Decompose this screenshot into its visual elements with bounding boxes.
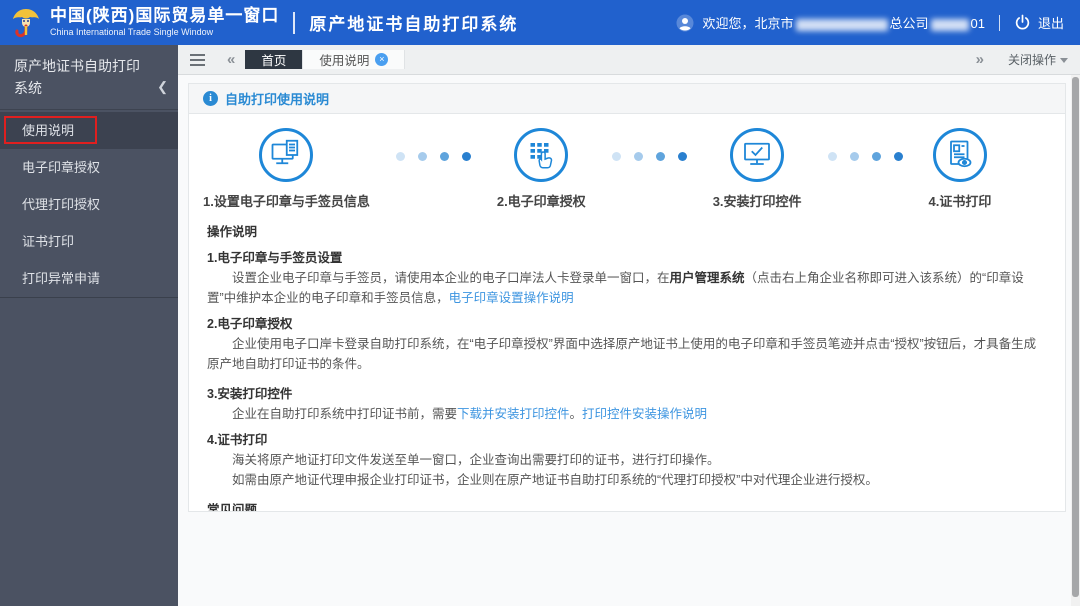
user-management-system-bold: 用户管理系统 [669, 271, 745, 285]
sidebar-item-usage-instructions[interactable]: 使用说明 [0, 112, 178, 150]
tab-label: 使用说明 [319, 54, 370, 68]
section-3-body: 企业在自助打印系统中打印证书前，需要下载并安装打印控件。打印控件安装操作说明 [232, 407, 708, 421]
logout-button[interactable]: 退出 [1038, 13, 1064, 32]
monitor-document-icon [259, 128, 314, 182]
sidebar-item-label: 打印异常申请 [22, 271, 101, 287]
tab-usage-instructions[interactable]: 使用说明 × [302, 50, 406, 69]
download-install-control-link[interactable]: 下载并安装打印控件 [457, 407, 570, 421]
scroll-tabs-left-icon[interactable]: « [217, 45, 245, 75]
step-connector-dots [395, 152, 471, 161]
panel-title: 自助打印使用说明 [225, 92, 330, 107]
brand-title: 中国(陕西)国际贸易单一窗口 [50, 6, 280, 26]
monitor-check-icon [730, 128, 785, 182]
tab-bar: « 首页 使用说明 × » 关闭操作 [178, 45, 1080, 75]
user-icon [676, 14, 694, 31]
step-label: 4.证书打印 [928, 194, 992, 209]
scrollbar-thumb[interactable] [1072, 77, 1079, 597]
section-1-title: 1.电子印章与手签员设置 [207, 251, 343, 265]
sidebar-item-label: 代理打印授权 [22, 197, 101, 213]
scroll-tabs-right-icon[interactable]: » [966, 45, 994, 75]
sidebar-item-label: 证书打印 [22, 234, 75, 250]
sidebar-nav: 使用说明 电子印章授权 代理打印授权 证书打印 打印异常申请 [0, 110, 178, 299]
step-connector-dots [827, 152, 903, 161]
info-icon: i [203, 91, 218, 106]
step-connector-dots [611, 152, 687, 161]
step-1: 1.设置电子印章与手签员信息 [203, 128, 370, 210]
tab-home[interactable]: 首页 [245, 50, 303, 69]
section-4-line-1: 海关将原产地证打印文件发送至单一窗口，企业查询出需要打印的证书，进行打印操作。 [232, 453, 720, 467]
instructions-text: 操作说明 1.电子印章与手签员设置 设置企业电子印章与手签员，请使用本企业的电子… [189, 214, 1065, 512]
welcome-text: 欢迎您，北京市 总公司 01 [702, 13, 985, 32]
document-eye-icon [932, 128, 987, 182]
single-window-logo-icon [13, 8, 39, 37]
steps-row: 1.设置电子印章与手签员信息 2.电子印章授权 3.安装打印控件 4.证书打印 [189, 114, 1065, 214]
close-operations-dropdown[interactable]: 关闭操作 [1008, 51, 1068, 68]
brand-text: 中国(陕西)国际贸易单一窗口 China International Trade… [50, 7, 279, 38]
sidebar-collapse-icon[interactable]: ❮ [157, 77, 168, 97]
usage-instructions-panel: i 自助打印使用说明 1.设置电子印章与手签员信息 2.电子印章授权 3.安装打… [188, 83, 1066, 512]
step-label: 1.设置电子印章与手签员信息 [203, 194, 370, 209]
app-title: 原产地证书自助打印系统 [309, 15, 519, 34]
power-icon[interactable] [1014, 14, 1031, 31]
step-2: 2.电子印章授权 [497, 128, 586, 210]
content-area: i 自助打印使用说明 1.设置电子印章与手签员信息 2.电子印章授权 3.安装打… [178, 75, 1080, 606]
welcome-account-number: 01 [970, 16, 985, 31]
header-divider [293, 11, 296, 34]
section-4-title: 4.证书打印 [207, 433, 268, 447]
sidebar-item-print-exception-request[interactable]: 打印异常申请 [0, 260, 178, 297]
tab-label: 首页 [261, 54, 287, 68]
sidebar-item-agent-print-authorization[interactable]: 代理打印授权 [0, 186, 178, 223]
sidebar-title-text: 原产地证书自助打印系统 [14, 58, 140, 96]
tab-bar-right: » 关闭操作 [966, 45, 1080, 74]
brand-subtitle: China International Trade Single Window [50, 26, 214, 37]
brand-block: 中国(陕西)国际贸易单一窗口 China International Trade… [0, 6, 518, 40]
keypad-hand-icon [514, 128, 569, 182]
section-1-body: 设置企业电子印章与手签员，请使用本企业的电子口岸法人卡登录单一窗口，在用户管理系… [207, 271, 1024, 305]
welcome-prefix: 欢迎您，北京市 [702, 16, 794, 31]
control-install-guide-link[interactable]: 打印控件安装操作说明 [582, 407, 707, 421]
section-2-body: 企业使用电子口岸卡登录自助打印系统，在“电子印章授权”界面中选择原产地证书上使用… [207, 337, 1037, 371]
redacted-account [930, 18, 969, 31]
section-4-line-2: 如需由原产地证代理申报企业打印证书，企业则在原产地证书自助打印系统的“代理打印授… [232, 473, 878, 487]
hamburger-icon[interactable] [190, 51, 205, 69]
user-area: 欢迎您，北京市 总公司 01 退出 [676, 13, 1080, 32]
welcome-company-suffix: 总公司 [889, 16, 929, 31]
sidebar-item-label: 使用说明 [22, 123, 75, 139]
panel-header: i 自助打印使用说明 [189, 84, 1065, 114]
step-label: 2.电子印章授权 [496, 194, 586, 209]
section-3-title: 3.安装打印控件 [207, 387, 293, 401]
redacted-company-name [795, 18, 888, 31]
tab-close-icon[interactable]: × [375, 53, 389, 66]
vertical-scrollbar[interactable] [1071, 75, 1080, 606]
chevron-down-icon [1060, 58, 1068, 64]
sidebar-item-label: 电子印章授权 [22, 160, 101, 176]
tab-bar-left: « 首页 使用说明 × [178, 45, 406, 75]
user-area-divider [998, 14, 1000, 31]
sidebar-item-eseal-authorization[interactable]: 电子印章授权 [0, 149, 178, 186]
close-operations-label: 关闭操作 [1007, 53, 1056, 67]
operations-heading: 操作说明 [207, 225, 258, 239]
faq-heading: 常见问题 [207, 503, 258, 512]
step-3: 3.安装打印控件 [713, 128, 802, 210]
eseal-setup-guide-link[interactable]: 电子印章设置操作说明 [449, 291, 574, 305]
section-2-title: 2.电子印章授权 [207, 317, 293, 331]
top-header: 中国(陕西)国际贸易单一窗口 China International Trade… [0, 0, 1080, 45]
step-label: 3.安装打印控件 [712, 194, 802, 209]
sidebar: 原产地证书自助打印系统 ❮ 使用说明 电子印章授权 代理打印授权 证书打印 打印… [0, 45, 178, 606]
step-4: 4.证书打印 [928, 128, 992, 210]
sidebar-title: 原产地证书自助打印系统 ❮ [0, 45, 178, 111]
sidebar-item-certificate-print[interactable]: 证书打印 [0, 223, 178, 260]
